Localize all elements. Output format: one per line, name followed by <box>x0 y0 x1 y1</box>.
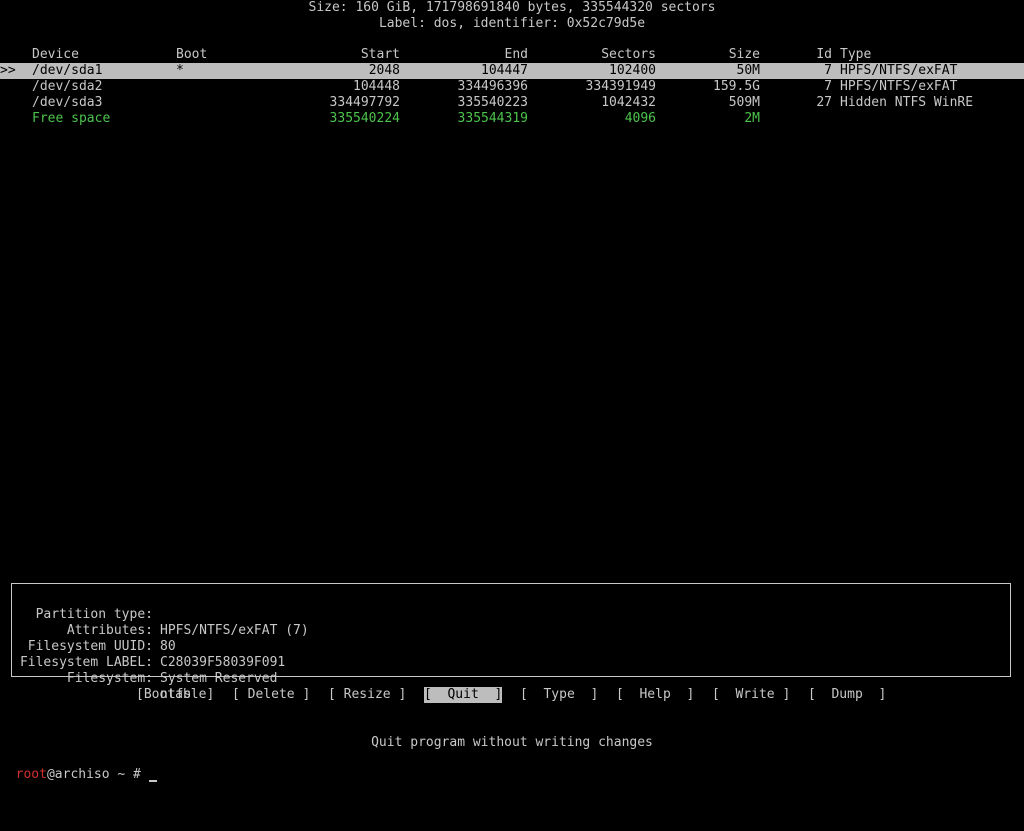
row-start: 335540224 <box>329 111 400 126</box>
row-sectors: 102400 <box>609 63 656 78</box>
col-end: End <box>504 47 528 62</box>
col-type: Type <box>840 47 872 62</box>
prompt-host-path: @archiso ~ # <box>46 767 149 782</box>
dump-button[interactable]: [ Dump ] <box>808 687 886 703</box>
row-sectors: 334391949 <box>585 79 656 94</box>
row-size: 509M <box>728 95 760 110</box>
info-value: System Reserved <box>160 671 278 686</box>
row-start: 104448 <box>353 79 400 94</box>
row-sectors: 4096 <box>624 111 656 126</box>
row-type: Hidden NTFS WinRE <box>840 95 974 110</box>
partition-info-panel: Partition type: HPFS/NTFS/exFAT (7) Attr… <box>11 583 1011 702</box>
partition-row-sda2[interactable]: /dev/sda2 104448 334496396 334391949 159… <box>0 79 1024 95</box>
action-menu: [Bootable] [ Delete ] [ Resize ] [ Quit … <box>0 687 1024 703</box>
row-end: 104447 <box>481 63 528 78</box>
disk-size-line: Size: 160 GiB, 171798691840 bytes, 33554… <box>308 0 716 15</box>
row-end: 335540223 <box>457 95 528 110</box>
info-value: C28039F58039F091 <box>160 655 286 670</box>
info-fs-label: Filesystem LABEL: System Reserved <box>12 639 277 686</box>
info-fs-uuid: Filesystem UUID: C28039F58039F091 <box>12 623 285 670</box>
info-key: Filesystem: <box>66 671 153 686</box>
row-device: /dev/sda2 <box>32 79 103 94</box>
status-hint: Quit program without writing changes <box>371 735 653 750</box>
row-start: 2048 <box>368 63 400 78</box>
row-device: /dev/sda1 <box>32 63 103 78</box>
bootable-button[interactable]: [Bootable] <box>136 687 214 703</box>
row-device: /dev/sda3 <box>32 95 103 110</box>
row-boot-flag: * <box>176 63 184 78</box>
resize-button[interactable]: [ Resize ] <box>328 687 406 703</box>
row-size: 2M <box>744 111 760 126</box>
table-header: Device Boot Start End Sectors Size Id Ty… <box>0 47 1024 63</box>
write-button[interactable]: [ Write ] <box>712 687 790 703</box>
info-value: HPFS/NTFS/exFAT (7) <box>160 623 309 638</box>
row-id: 7 <box>824 79 832 94</box>
col-id: Id <box>816 47 832 62</box>
row-device: Free space <box>32 111 111 126</box>
delete-button[interactable]: [ Delete ] <box>232 687 310 703</box>
row-end: 334496396 <box>457 79 528 94</box>
type-button[interactable]: [ Type ] <box>520 687 598 703</box>
partition-row-sda1[interactable]: >> /dev/sda1 * 2048 104447 102400 50M 7 … <box>0 63 1024 79</box>
row-start: 334497792 <box>329 95 400 110</box>
col-boot: Boot <box>176 47 208 62</box>
partition-row-sda3[interactable]: /dev/sda3 334497792 335540223 1042432 50… <box>0 95 1024 111</box>
row-size: 50M <box>736 63 760 78</box>
col-start: Start <box>360 47 400 62</box>
col-sectors: Sectors <box>601 47 656 62</box>
info-value: 80 <box>160 639 176 654</box>
info-partition-type: Partition type: HPFS/NTFS/exFAT (7) <box>12 591 309 638</box>
row-id: 27 <box>816 95 832 110</box>
info-attributes: Attributes: 80 <box>12 607 176 654</box>
row-size: 159.5G <box>713 79 760 94</box>
free-space-row[interactable]: Free space 335540224 335544319 4096 2M <box>0 111 1024 127</box>
prompt-user: root <box>15 767 47 782</box>
row-sectors: 1042432 <box>601 95 656 110</box>
shell-prompt[interactable]: root@archiso ~ # <box>0 751 1024 782</box>
col-device: Device <box>32 47 79 62</box>
row-end: 335544319 <box>457 111 528 126</box>
row-type: HPFS/NTFS/exFAT <box>840 63 958 78</box>
quit-button[interactable]: [ Quit ] <box>424 687 503 703</box>
info-filesystem: Filesystem: ntfs <box>12 655 191 702</box>
row-type: HPFS/NTFS/exFAT <box>840 79 958 94</box>
row-id: 7 <box>824 63 832 78</box>
disk-label-line: Label: dos, identifier: 0x52c79d5e <box>378 16 646 31</box>
selection-marker: >> <box>0 63 16 78</box>
text-cursor <box>148 780 157 782</box>
col-size: Size <box>728 47 760 62</box>
help-button[interactable]: [ Help ] <box>616 687 694 703</box>
